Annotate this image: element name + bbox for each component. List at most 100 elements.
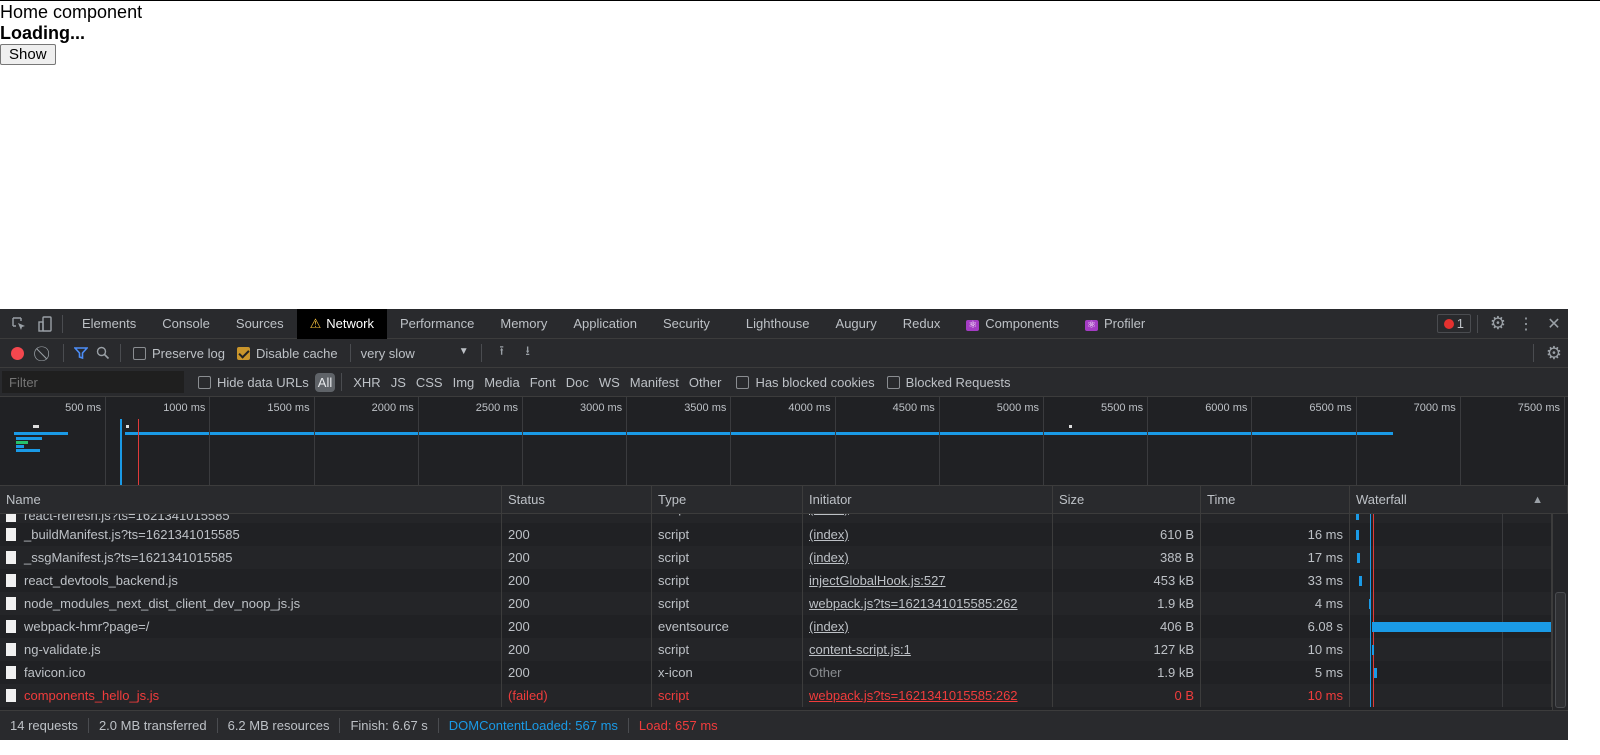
- filter-type-other[interactable]: Other: [684, 375, 727, 390]
- checkbox-box[interactable]: [886, 375, 900, 389]
- tab-profiler[interactable]: ⚛ Profiler: [1072, 309, 1158, 339]
- table-row[interactable]: components_hello_js.js (failed) script webp…: [0, 684, 1568, 707]
- tab-performance[interactable]: Performance: [387, 309, 487, 339]
- table-row[interactable]: ng-validate.js 200 script content-script.js…: [0, 638, 1568, 661]
- tab-augury[interactable]: Augury: [823, 309, 890, 339]
- column-header-time[interactable]: Time: [1201, 486, 1350, 513]
- divider: [480, 344, 482, 362]
- settings-gear-icon[interactable]: ⚙: [1484, 313, 1512, 334]
- checkbox-box[interactable]: [736, 375, 750, 389]
- tab-elements[interactable]: Elements: [69, 309, 149, 339]
- waterfall-gridline: [1502, 638, 1503, 661]
- column-header-initiator[interactable]: Initiator: [803, 486, 1053, 513]
- table-row[interactable]: react_devtools_backend.js 200 script inject…: [0, 569, 1568, 592]
- dcl-line: [1370, 569, 1371, 592]
- import-har-upload-icon[interactable]: ⭱: [488, 342, 516, 364]
- cell-status: 200: [502, 592, 652, 615]
- has-blocked-cookies-checkbox[interactable]: Has blocked cookies: [736, 375, 875, 390]
- filter-type-ws[interactable]: WS: [594, 375, 625, 390]
- initiator-link[interactable]: injectGlobalHook.js:527: [809, 573, 946, 588]
- initiator-link[interactable]: content-script.js:1: [809, 642, 911, 657]
- filter-type-manifest[interactable]: Manifest: [625, 375, 684, 390]
- filter-input[interactable]: [2, 371, 184, 393]
- filter-type-doc[interactable]: Doc: [561, 375, 594, 390]
- scrollbar-thumb[interactable]: [1555, 592, 1566, 708]
- table-row[interactable]: node_modules_next_dist_client_dev_noop_j…: [0, 592, 1568, 615]
- vertical-scrollbar[interactable]: [1552, 514, 1568, 710]
- filter-type-all[interactable]: All: [314, 372, 336, 392]
- export-har-download-icon[interactable]: ⭳: [516, 342, 540, 364]
- tab-memory[interactable]: Memory: [487, 309, 560, 339]
- overview-tick-label: 4500 ms: [892, 402, 935, 414]
- page-content: Home component Loading... Show: [0, 0, 1600, 309]
- overview-bar: [14, 432, 68, 435]
- tab-lighthouse[interactable]: Lighthouse: [733, 309, 823, 339]
- tab-console[interactable]: Console: [149, 309, 223, 339]
- table-row[interactable]: _buildManifest.js?ts=1621341015585 200 scr…: [0, 523, 1568, 546]
- tab-network[interactable]: ⚠ Network: [296, 308, 387, 339]
- waterfall-gridline: [1502, 684, 1503, 707]
- inspect-element-icon[interactable]: [8, 316, 30, 332]
- initiator-link[interactable]: (index): [809, 619, 849, 634]
- cell-time: 17 ms: [1201, 546, 1350, 569]
- checkbox-box[interactable]: [198, 375, 211, 389]
- filter-type-img[interactable]: Img: [448, 375, 480, 390]
- show-button[interactable]: Show: [0, 44, 56, 65]
- search-icon[interactable]: [92, 346, 114, 360]
- column-header-size[interactable]: Size: [1053, 486, 1201, 513]
- throttling-select[interactable]: very slow ▼: [357, 346, 469, 361]
- filter-type-xhr[interactable]: XHR: [348, 375, 385, 390]
- table-row[interactable]: webpack-hmr?page=/ 200 eventsource (index) 4…: [0, 615, 1568, 638]
- network-overview-timeline[interactable]: 500 ms 1000 ms 1500 ms 2000 ms 2500 ms 3000 m…: [0, 397, 1568, 486]
- tab-components[interactable]: ⚛ Components: [953, 309, 1072, 339]
- hide-data-urls-checkbox[interactable]: Hide data URLs: [198, 375, 309, 390]
- column-header-waterfall[interactable]: Waterfall ▲: [1350, 486, 1568, 513]
- error-counter[interactable]: 1: [1436, 314, 1471, 333]
- tab-redux[interactable]: Redux: [890, 309, 954, 339]
- cell-text: 200: [508, 596, 530, 611]
- initiator-link[interactable]: (index): [809, 514, 849, 516]
- column-header-name[interactable]: Name: [0, 486, 502, 513]
- filter-type-font[interactable]: Font: [525, 375, 561, 390]
- preserve-log-checkbox[interactable]: Preserve log: [133, 346, 225, 361]
- cell-status: 200: [502, 523, 652, 546]
- close-icon[interactable]: ✕: [1540, 314, 1568, 334]
- load-line: [1373, 684, 1374, 707]
- device-toolbar-icon[interactable]: [34, 315, 56, 332]
- cell-time: 6.08 s: [1201, 615, 1350, 638]
- table-row[interactable]: _ssgManifest.js?ts=1621341015585 200 scrip…: [0, 546, 1568, 569]
- cell-name: node_modules_next_dist_client_dev_noop_j…: [0, 592, 502, 615]
- initiator-link[interactable]: (index): [809, 550, 849, 565]
- overview-tick-label: 5500 ms: [1100, 402, 1144, 414]
- network-settings-gear-icon[interactable]: ⚙: [1540, 343, 1568, 364]
- cell-text: script: [658, 550, 690, 565]
- filter-funnel-icon[interactable]: [70, 346, 92, 360]
- filter-type-css[interactable]: CSS: [411, 375, 448, 390]
- blocked-requests-checkbox[interactable]: Blocked Requests: [886, 375, 1010, 390]
- initiator-link[interactable]: webpack.js?ts=1621341015585:262: [809, 688, 1018, 703]
- table-row[interactable]: favicon.ico 200 x-icon Other 1.9 kB 5 ms: [0, 661, 1568, 684]
- initiator-link[interactable]: (index): [809, 527, 849, 542]
- cell-size: 0 B: [1053, 684, 1201, 707]
- initiator-link[interactable]: webpack.js?ts=1621341015585:262: [809, 596, 1018, 611]
- tab-sources[interactable]: Sources: [223, 309, 297, 339]
- sort-ascending-icon[interactable]: ▲: [1532, 486, 1543, 514]
- tab-security[interactable]: Security: [650, 309, 723, 339]
- checkbox-box-checked[interactable]: [236, 346, 250, 360]
- clear-icon[interactable]: ⃠: [33, 345, 57, 362]
- table-row[interactable]: react-refresh.js?ts=1621341015585 200 scri…: [0, 514, 1568, 523]
- devtools-tabbar: Elements Console Sources ⚠ Network Performanc…: [0, 308, 1568, 339]
- tab-application[interactable]: Application: [560, 309, 650, 339]
- column-header-type[interactable]: Type: [652, 486, 803, 513]
- checkbox-box[interactable]: [133, 346, 146, 360]
- record-button[interactable]: [11, 346, 24, 360]
- disable-cache-checkbox[interactable]: Disable cache: [236, 346, 338, 361]
- cell-text: 406 B: [1160, 619, 1194, 634]
- filter-type-media[interactable]: Media: [479, 375, 524, 390]
- home-heading: Home component: [0, 2, 143, 22]
- column-header-status[interactable]: Status: [502, 486, 652, 513]
- more-options-icon[interactable]: ⋮: [1512, 314, 1540, 334]
- overview-tick-label: 500 ms: [65, 402, 102, 414]
- filter-type-js[interactable]: JS: [386, 375, 411, 390]
- cell-size: 388 B: [1053, 546, 1201, 569]
